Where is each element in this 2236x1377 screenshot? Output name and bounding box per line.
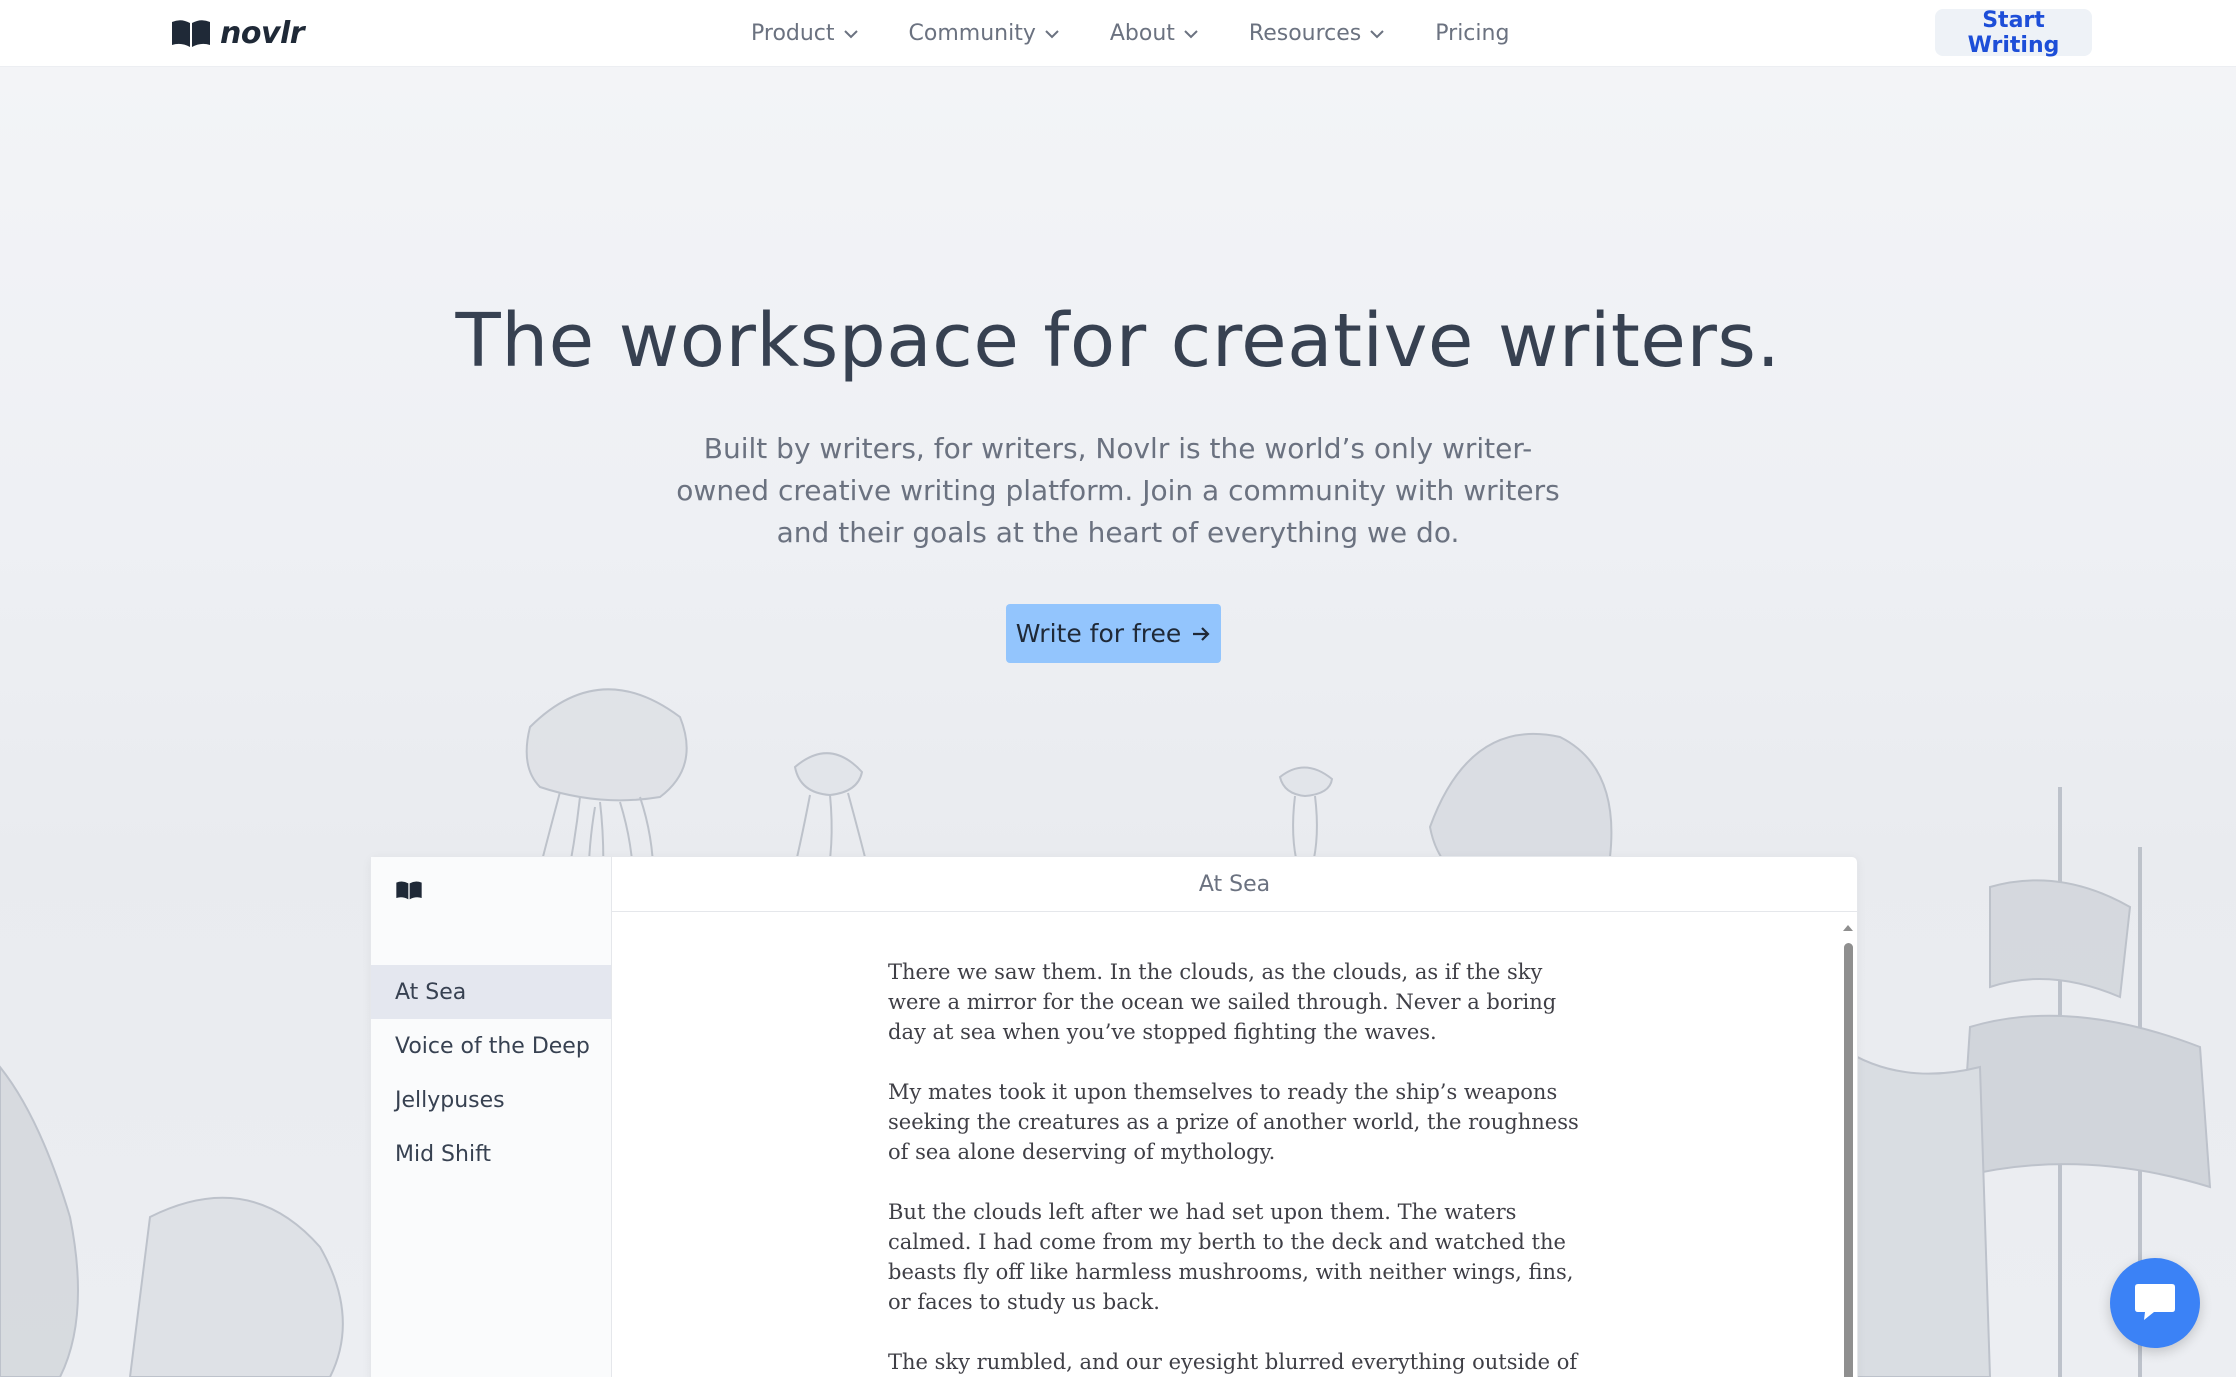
- chapter-item-voice-of-the-deep[interactable]: Voice of the Deep: [371, 1019, 611, 1073]
- chevron-down-icon: [1045, 29, 1059, 38]
- arrow-right-icon: [1193, 626, 1210, 641]
- hero-title: The workspace for creative writers.: [455, 298, 1781, 384]
- document-paragraph: But the clouds left after we had set upo…: [888, 1200, 1574, 1314]
- nav-menu: Product Community About Resources Pricin…: [751, 0, 1559, 67]
- chevron-down-icon: [843, 29, 858, 38]
- document-title: At Sea: [612, 857, 1857, 912]
- chevron-down-icon: [1184, 29, 1198, 38]
- open-book-icon: [396, 881, 422, 900]
- write-for-free-button[interactable]: Write for free: [1006, 604, 1221, 663]
- chapter-item-jellypuses[interactable]: Jellypuses: [371, 1073, 611, 1127]
- editor-scrollbar[interactable]: [1840, 917, 1856, 1377]
- write-for-free-label: Write for free: [1015, 619, 1182, 648]
- document-paragraph: The sky rumbled, and our eyesight blurre…: [888, 1350, 1578, 1374]
- logo[interactable]: novlr: [170, 14, 305, 52]
- nav-item-label: About: [1109, 21, 1175, 46]
- chevron-down-icon: [1370, 29, 1384, 38]
- start-writing-button[interactable]: Start Writing: [1935, 8, 2092, 58]
- nav-item-community[interactable]: Community: [909, 21, 1060, 46]
- editor-sidebar: At Sea Voice of the Deep Jellypuses Mid …: [371, 857, 612, 1377]
- editor-preview: At Sea Voice of the Deep Jellypuses Mid …: [370, 856, 1858, 1377]
- chat-bubble-icon: [2135, 1284, 2175, 1320]
- document-paragraph: My mates took it upon themselves to read…: [888, 1080, 1579, 1164]
- document-paragraph: There we saw them. In the clouds, as the…: [888, 960, 1557, 1044]
- nav-item-resources[interactable]: Resources: [1249, 21, 1385, 46]
- nav-item-label: Product: [751, 21, 835, 46]
- nav-item-label: Community: [908, 21, 1036, 46]
- nav-item-product[interactable]: Product: [751, 21, 859, 46]
- chat-widget-button[interactable]: [2110, 1258, 2200, 1348]
- scrollbar-thumb[interactable]: [1844, 943, 1853, 1377]
- top-navigation: novlr Product Community About Resources …: [0, 0, 2236, 67]
- hero-subtitle: Built by writers, for writers, Novlr is …: [676, 432, 1560, 549]
- document-body[interactable]: There we saw them. In the clouds, as the…: [888, 957, 1588, 1377]
- scroll-up-arrow-icon[interactable]: [1841, 923, 1855, 933]
- chapter-item-at-sea[interactable]: At Sea: [371, 965, 611, 1019]
- nav-item-about[interactable]: About: [1110, 21, 1199, 46]
- open-book-icon: [172, 20, 210, 47]
- nav-item-label: Resources: [1248, 21, 1362, 46]
- nav-item-label: Pricing: [1435, 21, 1510, 46]
- nav-item-pricing[interactable]: Pricing: [1435, 21, 1509, 46]
- chapter-list: At Sea Voice of the Deep Jellypuses Mid …: [371, 965, 611, 1181]
- chapter-item-mid-shift[interactable]: Mid Shift: [371, 1127, 611, 1181]
- logo-text: novlr: [220, 15, 305, 51]
